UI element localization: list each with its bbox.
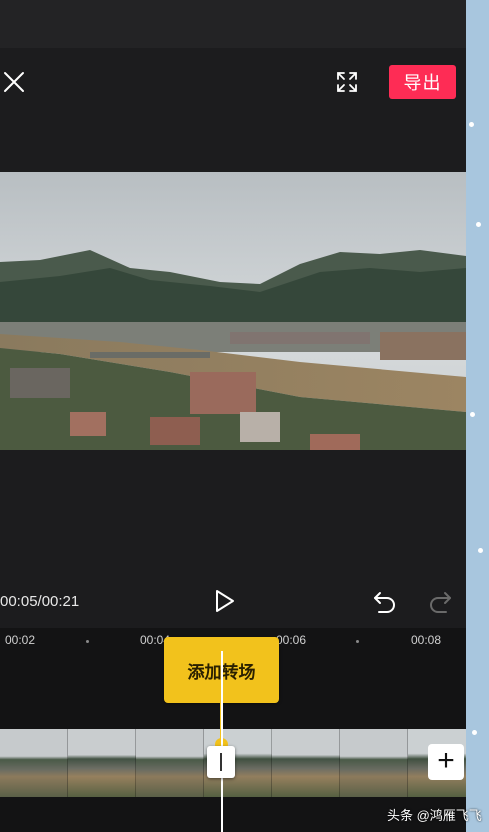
tick-label: 00:08 [411,633,442,647]
export-button[interactable]: 导出 [389,65,456,99]
top-toolbar: 导出 [0,48,466,118]
video-editor: 导出 00:05/00:21 00:02 00:04 00:06 00:08 + [0,0,466,832]
plus-icon: + [437,744,455,777]
add-clip-button[interactable]: + [428,744,464,780]
video-preview[interactable] [0,172,466,450]
clip-thumbnail [340,729,408,797]
snow-dot [469,122,474,127]
clip-thumbnail [272,729,340,797]
landscape-video-frame [0,172,466,450]
close-icon [4,72,24,92]
watermark-text: 头条 @鸿雁飞飞 [387,808,482,823]
redo-icon [430,592,451,613]
play-button[interactable] [211,588,237,614]
status-bar [0,0,466,48]
undo-icon [374,592,395,613]
play-icon [216,590,234,612]
fullscreen-icon [337,72,357,92]
tick-dot [86,640,89,643]
snow-dot [478,548,483,553]
clip-thumbnail [68,729,136,797]
tick-dot [356,640,359,643]
clip-thumbnail [136,729,204,797]
snow-dot [472,730,477,735]
fullscreen-button[interactable] [335,70,359,94]
background-edge [466,0,489,832]
undo-button[interactable] [372,589,398,613]
timecode: 00:05/00:21 [0,593,80,610]
playhead[interactable] [221,651,223,832]
close-button[interactable] [2,70,26,94]
redo-button[interactable] [427,589,453,613]
clip-thumbnail [0,729,68,797]
playback-controls: 00:05/00:21 [0,580,466,624]
snow-dot [476,222,481,227]
tick-label: 00:06 [276,633,307,647]
tick-label: 00:02 [5,633,36,647]
snow-dot [470,412,475,417]
transition-button[interactable] [207,746,235,778]
